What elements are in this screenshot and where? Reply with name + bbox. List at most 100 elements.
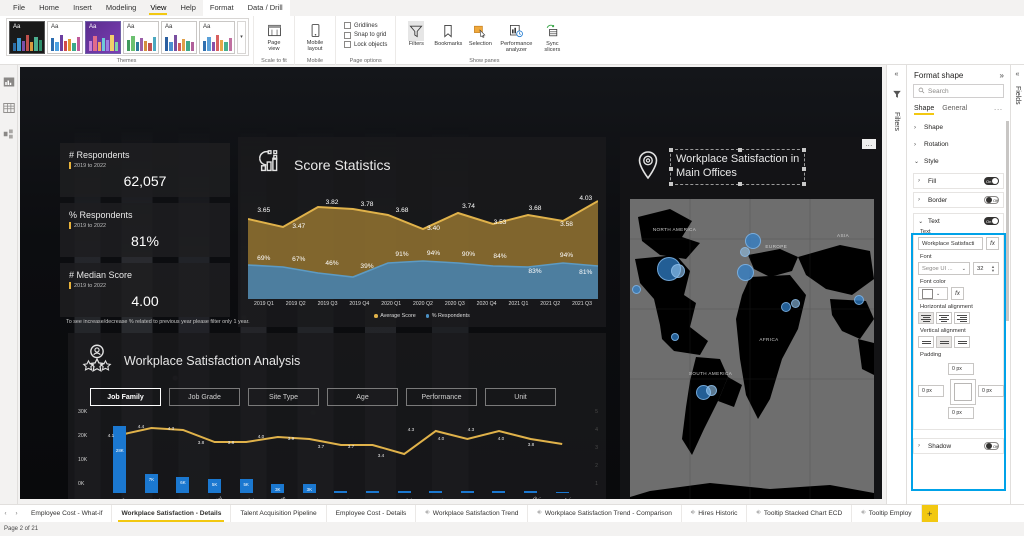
align-center-button[interactable] [936, 312, 952, 324]
themes-more-button[interactable]: ▾ [237, 21, 246, 54]
card-border[interactable]: › Border Off [913, 192, 1004, 208]
resize-handle-nw[interactable] [669, 148, 673, 152]
align-bottom-button[interactable] [954, 336, 970, 348]
page-tab-hires-historic[interactable]: ⎆ Hires Historic [682, 505, 748, 522]
theme-swatch-4[interactable]: Aa [123, 21, 159, 54]
padding-bottom-input[interactable]: 0 px [948, 407, 974, 419]
padding-right-input[interactable]: 0 px [978, 385, 1004, 397]
theme-swatch-dark[interactable]: Aa [9, 21, 45, 54]
bar-col[interactable]: 3K [294, 411, 326, 493]
bar-col[interactable] [420, 411, 452, 493]
theme-swatch-5[interactable]: Aa [161, 21, 197, 54]
fill-toggle[interactable]: On [984, 177, 999, 185]
collapse-pane-icon[interactable]: » [1000, 71, 1004, 80]
border-toggle[interactable]: Off [984, 196, 999, 204]
filter-button-performance[interactable]: Performance [406, 388, 477, 406]
score-statistics-chart[interactable]: 3.65 3.47 3.82 3.78 3.68 3.40 3.74 3.53 … [248, 193, 598, 299]
bar-col[interactable]: 28K [104, 411, 136, 493]
bar-col[interactable] [325, 411, 357, 493]
bar-col[interactable] [483, 411, 515, 493]
bar-col[interactable]: 5K [230, 411, 262, 493]
page-tab-tooltip-employ[interactable]: ⎆ Tooltip Employ [852, 505, 921, 522]
checkbox-snap-to-grid[interactable]: Snap to grid [344, 32, 387, 39]
font-size-input[interactable]: 32 ▲▼ [973, 262, 999, 275]
align-left-button[interactable] [918, 312, 934, 324]
resize-handle-ne[interactable] [802, 148, 806, 152]
report-canvas[interactable]: # Respondents 2019 to 2022 62,057 % Resp… [20, 67, 882, 499]
shadow-toggle[interactable]: Off [984, 442, 999, 450]
ribbon-tab-view[interactable]: View [143, 0, 173, 16]
page-tab-employee-cost-details[interactable]: Employee Cost - Details [327, 505, 417, 522]
page-tab-talent-acquisition-pipeline[interactable]: Talent Acquisition Pipeline [231, 505, 326, 522]
padding-left-input[interactable]: 0 px [918, 385, 944, 397]
bar-col[interactable] [515, 411, 547, 493]
resize-handle-se[interactable] [802, 182, 806, 186]
section-shape[interactable]: › Shape [907, 119, 1010, 136]
theme-swatch-6[interactable]: Aa [199, 21, 235, 54]
theme-swatch-purple[interactable]: Aa [85, 21, 121, 54]
bar-col[interactable]: 6K [167, 411, 199, 493]
kpi-card-median-score[interactable]: # Median Score 2019 to 2022 4.00 [60, 263, 230, 317]
format-pane-scrollbar[interactable] [1006, 121, 1009, 321]
align-right-button[interactable] [954, 312, 970, 324]
sync-slicers-button[interactable]: Sync slicers [536, 19, 568, 54]
kpi-card-pct-respondents[interactable]: % Respondents 2019 to 2022 81% [60, 203, 230, 257]
map-card[interactable]: ... Workplace Satisfaction in Main Offic… [620, 137, 882, 499]
bar-col[interactable] [546, 411, 578, 493]
checkbox-lock-objects[interactable]: Lock objects [344, 41, 387, 48]
resize-handle-s[interactable] [738, 182, 742, 186]
font-color-fx-button[interactable]: fx [951, 287, 964, 300]
ribbon-tab-help[interactable]: Help [173, 0, 202, 16]
page-view-button[interactable]: Page view [258, 18, 290, 53]
bar-col[interactable]: 3K [262, 411, 294, 493]
bookmarks-pane-button[interactable]: Bookmarks [432, 19, 464, 47]
bar-col[interactable] [388, 411, 420, 493]
ribbon-tab-data-drill[interactable]: Data / Drill [241, 0, 290, 16]
align-top-button[interactable] [918, 336, 934, 348]
text-input[interactable]: Workplace Satisfacti [918, 237, 983, 250]
ribbon-tab-format[interactable]: Format [203, 0, 241, 16]
section-rotation[interactable]: › Rotation [907, 136, 1010, 153]
performance-analyzer-button[interactable]: Performance analyzer [496, 19, 536, 54]
page-tab-workplace-satisfaction-trend[interactable]: ⎆ Workplace Satisfaction Trend [416, 505, 528, 522]
filter-button-job-family[interactable]: Job Family [90, 388, 161, 406]
text-fx-button[interactable]: fx [986, 237, 999, 250]
expand-fields-icon[interactable]: « [1016, 71, 1020, 78]
tab-more-button[interactable]: ... [994, 105, 1003, 115]
score-statistics-card[interactable]: Score Statistics 3.65 3.47 3.82 3.78 [238, 137, 606, 327]
data-view-icon[interactable] [2, 101, 16, 115]
ribbon-tab-insert[interactable]: Insert [66, 0, 99, 16]
world-map-visual[interactable]: NORTH AMERICA SOUTH AMERICA EUROPE AFRIC… [630, 199, 874, 499]
prev-page-button[interactable]: ‹ [0, 505, 11, 522]
padding-top-input[interactable]: 0 px [948, 363, 974, 375]
kpi-card-respondents[interactable]: # Respondents 2019 to 2022 62,057 [60, 143, 230, 197]
card-text[interactable]: ⌄ Text On Text Workplace Satisfacti fx F… [913, 213, 1004, 430]
resize-handle-e[interactable] [802, 167, 806, 171]
filter-button-site-type[interactable]: Site Type [248, 388, 319, 406]
visual-more-options-button[interactable]: ... [862, 139, 876, 149]
mobile-layout-button[interactable]: Mobile layout [299, 18, 331, 53]
tab-general[interactable]: General [942, 105, 967, 115]
map-title-textbox[interactable]: Workplace Satisfaction in Main Offices [670, 149, 805, 185]
format-search-box[interactable]: Search [913, 84, 1004, 98]
filters-pane-button[interactable]: Filters [400, 19, 432, 47]
resize-handle-w[interactable] [669, 167, 673, 171]
filter-button-age[interactable]: Age [327, 388, 398, 406]
legend-item-average-score[interactable]: Average Score [374, 313, 416, 319]
workplace-satisfaction-analysis-card[interactable]: Workplace Satisfaction Analysis Job Fami… [68, 333, 606, 499]
ribbon-tab-home[interactable]: Home [32, 0, 66, 16]
card-shadow[interactable]: › Shadow Off [913, 438, 1004, 454]
themes-gallery[interactable]: Aa Aa [6, 18, 249, 56]
page-tab-workplace-satisfaction-trend-comparison[interactable]: ⎆ Workplace Satisfaction Trend - Compari… [528, 505, 681, 522]
format-pane-content[interactable]: › Shape › Rotation ⌄ Style › Fill [907, 115, 1010, 504]
model-view-icon[interactable] [2, 127, 16, 141]
font-color-picker[interactable]: ⌄ [918, 287, 948, 300]
filter-button-unit[interactable]: Unit [485, 388, 556, 406]
spinner-icon[interactable]: ▲▼ [991, 265, 995, 271]
bar-col[interactable]: 5K [199, 411, 231, 493]
theme-swatch-2[interactable]: Aa [47, 21, 83, 54]
filters-pane-collapsed[interactable]: « Filters [886, 65, 906, 504]
respondents-satisfaction-chart[interactable]: 30K 20K 10K 0K 5 4 3 2 1 28K [74, 409, 600, 499]
legend-item-pct-respondents[interactable]: % Respondents [426, 313, 470, 319]
resize-handle-n[interactable] [738, 148, 742, 152]
